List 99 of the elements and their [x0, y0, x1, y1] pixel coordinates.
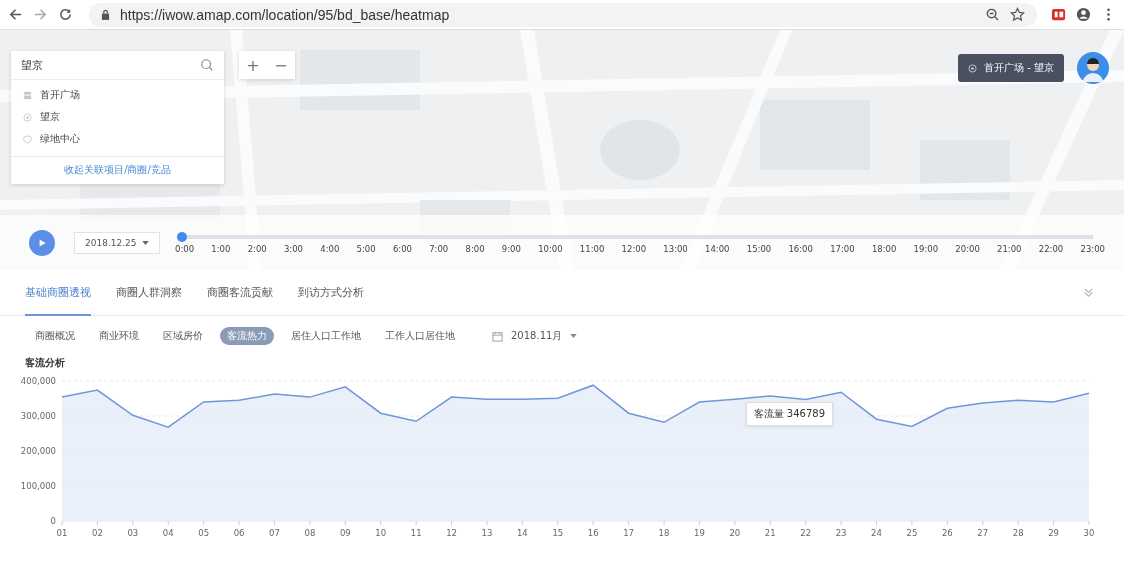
month-picker[interactable]: 2018.11月 — [492, 329, 578, 343]
x-tick-label: 08 — [304, 528, 316, 538]
hour-label: 6:00 — [392, 243, 412, 254]
x-tick-label: 01 — [56, 528, 68, 538]
x-tick-label: 13 — [481, 528, 493, 538]
y-tick-label: 100,000 — [20, 480, 56, 491]
hour-label: 20:00 — [955, 243, 980, 254]
hour-label: 17:00 — [830, 243, 855, 254]
search-icon[interactable] — [200, 58, 214, 72]
tab[interactable]: 商圈人群洞察 — [116, 269, 182, 316]
x-tick-label: 16 — [587, 528, 599, 538]
circle-icon — [23, 112, 32, 122]
suggestion-item[interactable]: 首开广场 — [11, 84, 224, 106]
slider-thumb[interactable] — [177, 231, 187, 242]
play-button[interactable] — [29, 229, 55, 256]
hour-label: 23:00 — [1080, 243, 1105, 254]
x-tick-label: 30 — [1083, 528, 1095, 538]
hour-label: 2:00 — [247, 243, 267, 254]
x-tick-label: 28 — [1012, 528, 1024, 538]
x-tick-label: 17 — [623, 528, 635, 538]
hour-label: 8:00 — [465, 243, 485, 254]
address-bar[interactable]: https://iwow.amap.com/location/95/bd_base/heatmap — [89, 2, 1037, 27]
x-tick-label: 25 — [906, 528, 918, 538]
tooltip: 客流量 346789 — [745, 401, 834, 426]
hour-label: 4:00 — [320, 243, 340, 254]
hour-label: 12:00 — [621, 243, 647, 254]
x-tick-label: 03 — [127, 528, 139, 538]
store-icon — [23, 90, 32, 100]
hour-label: 0:00 — [175, 243, 195, 254]
hour-label: 11:00 — [579, 243, 605, 254]
hour-label: 13:00 — [663, 243, 688, 254]
hour-label: 7:00 — [429, 243, 449, 254]
hour-label: 19:00 — [913, 243, 939, 254]
zoom-out-button[interactable]: − — [267, 51, 295, 79]
x-tick-label: 07 — [269, 528, 280, 538]
chart-title: 客流分析 — [24, 356, 66, 370]
hour-label: 15:00 — [746, 243, 772, 254]
tab[interactable]: 到访方式分析 — [298, 269, 364, 316]
hour-label: 21:00 — [997, 243, 1022, 254]
x-tick-label: 15 — [552, 528, 564, 538]
search-field[interactable]: 望京 — [11, 51, 224, 80]
filter-tab[interactable]: 区域房价 — [156, 327, 210, 345]
y-tick-label: 200,000 — [20, 445, 56, 456]
x-tick-label: 19 — [694, 528, 705, 538]
target-icon — [968, 63, 977, 73]
x-tick-label: 10 — [375, 528, 387, 538]
lock-icon — [101, 9, 110, 20]
x-tick-label: 20 — [729, 528, 741, 538]
filter-tab[interactable]: 工作人口居住地 — [378, 327, 462, 345]
hour-label: 1:00 — [211, 243, 231, 254]
extension-icon[interactable] — [1051, 7, 1066, 22]
caret-icon — [142, 240, 149, 245]
x-tick-label: 02 — [92, 528, 103, 538]
x-tick-label: 21 — [764, 528, 776, 538]
x-tick-label: 18 — [658, 528, 670, 538]
x-tick-label: 27 — [977, 528, 989, 538]
zoom-in-button[interactable]: + — [239, 51, 267, 79]
date-select[interactable]: 2018.12.25 — [74, 231, 160, 254]
y-tick-label: 300,000 — [20, 410, 56, 421]
x-tick-label: 23 — [835, 528, 847, 538]
filter-tab[interactable]: 商圈概况 — [28, 327, 82, 345]
back-icon[interactable] — [8, 7, 23, 22]
hour-label: 18:00 — [871, 243, 897, 254]
star-icon[interactable] — [1010, 7, 1025, 22]
x-tick-label: 14 — [516, 528, 528, 538]
hour-label: 5:00 — [356, 243, 376, 254]
tab[interactable]: 商圈客流贡献 — [207, 269, 273, 316]
y-tick-label: 0 — [50, 515, 56, 526]
avatar[interactable] — [1077, 52, 1109, 84]
profile-icon[interactable] — [1076, 7, 1091, 22]
hour-label: 22:00 — [1038, 243, 1064, 254]
hour-label: 14:00 — [705, 243, 730, 254]
x-tick-label: 29 — [1048, 528, 1059, 538]
zoom-icon[interactable] — [985, 7, 1000, 22]
hour-label: 9:00 — [501, 243, 521, 254]
x-tick-label: 11 — [410, 528, 422, 538]
caret-icon — [570, 334, 578, 338]
y-tick-label: 400,000 — [20, 375, 56, 386]
filter-tab[interactable]: 居住人口工作地 — [284, 327, 368, 345]
collapse-link[interactable]: 收起关联项目/商圈/竞品 — [11, 156, 224, 184]
tab[interactable]: 基础商圈透视 — [25, 269, 91, 316]
filter-tab[interactable]: 商业环境 — [92, 327, 146, 345]
hour-label: 16:00 — [788, 243, 813, 254]
x-tick-label: 24 — [871, 528, 882, 538]
x-tick-label: 09 — [339, 528, 351, 538]
x-tick-label: 05 — [198, 528, 210, 538]
x-tick-label: 12 — [446, 528, 457, 538]
x-tick-label: 26 — [941, 528, 953, 538]
suggestion-item[interactable]: 绿地中心 — [11, 128, 224, 150]
hour-label: 10:00 — [538, 243, 563, 254]
x-tick-label: 22 — [800, 528, 812, 538]
shield-icon — [23, 134, 32, 144]
location-badge: 首开广场 - 望京 — [958, 54, 1064, 82]
suggestion-item[interactable]: 望京 — [11, 106, 224, 128]
reload-icon[interactable] — [58, 7, 73, 22]
x-tick-label: 06 — [233, 528, 245, 538]
hour-label: 3:00 — [283, 243, 304, 254]
x-tick-label: 04 — [162, 528, 174, 538]
calendar-icon — [492, 330, 503, 342]
